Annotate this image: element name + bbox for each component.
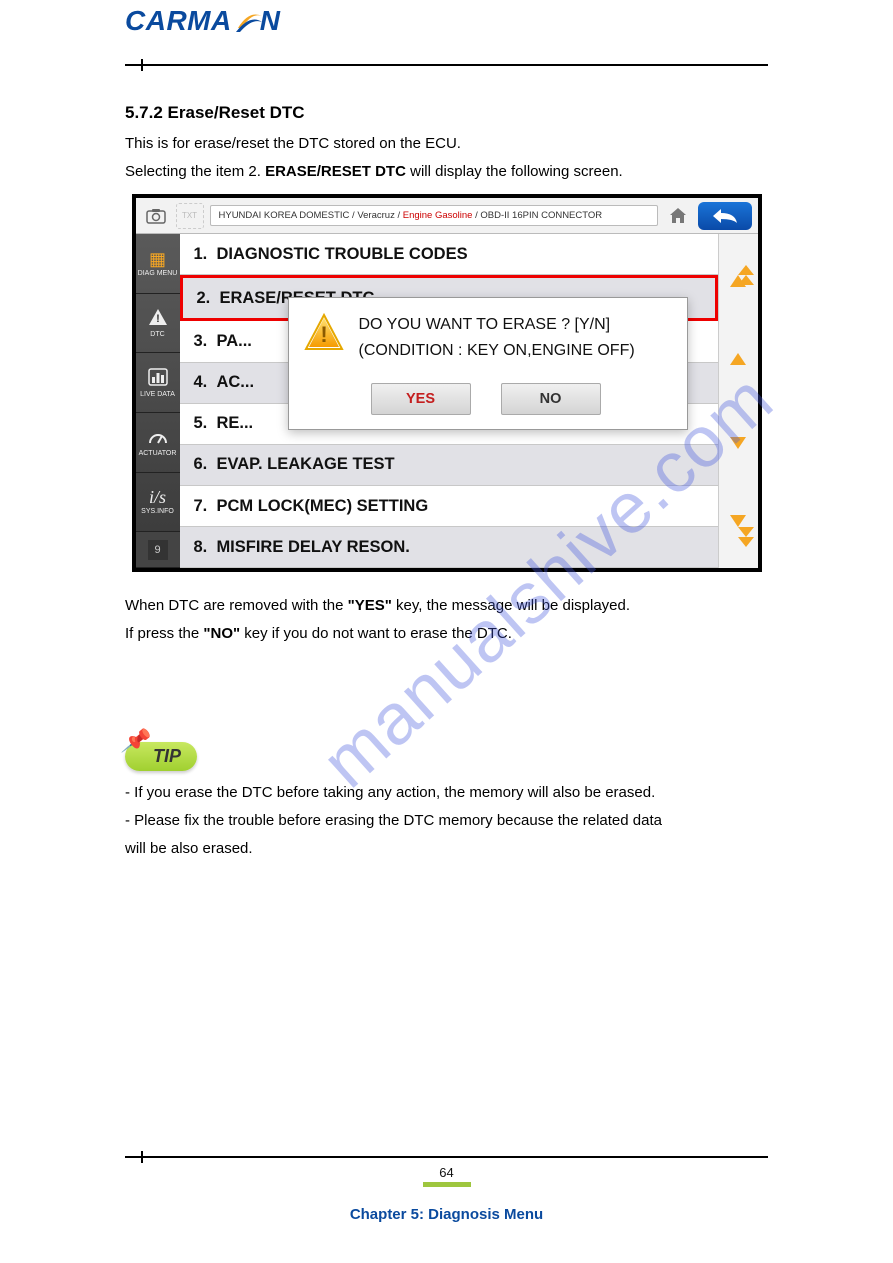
sidebar-item-diag-menu[interactable]: ▦ DIAG MENU <box>136 234 180 294</box>
body-paragraph: If press the "NO" key if you do not want… <box>125 622 768 646</box>
figure-topbar: TXT HYUNDAI KOREA DOMESTIC / Veracruz / … <box>136 198 758 234</box>
list-item[interactable]: 6. EVAP. LEAKAGE TEST <box>180 445 718 486</box>
scroll-page-down[interactable] <box>719 485 758 569</box>
sidebar-item-label: DIAG MENU <box>138 270 178 277</box>
scroll-bar <box>718 234 758 568</box>
section-title: 5.7.2 Erase/Reset DTC <box>125 99 768 126</box>
list-item[interactable]: 1. DIAGNOSTIC TROUBLE CODES <box>180 234 718 275</box>
sidebar-item-actuator[interactable]: ACTUATOR <box>136 413 180 473</box>
sidebar-count: 9 <box>136 532 180 568</box>
tip-line: - If you erase the DTC before taking any… <box>125 781 768 805</box>
info-icon: i/s <box>149 488 166 506</box>
sidebar-item-label: DTC <box>150 331 164 338</box>
no-button[interactable]: NO <box>501 383 601 415</box>
tip-badge: 📌 TIP <box>125 742 197 771</box>
sidebar-item-label: LIVE DATA <box>140 391 175 398</box>
grid-icon: ▦ <box>149 250 166 268</box>
scroll-page-up[interactable] <box>719 234 758 318</box>
warning-icon: ! <box>148 308 168 329</box>
txt-icon[interactable]: TXT <box>176 203 204 229</box>
chapter-title: Chapter 5: Diagnosis Menu <box>0 1206 893 1223</box>
tip-line: will be also erased. <box>125 837 768 861</box>
brand-logo-swoosh-icon <box>234 6 264 36</box>
confirm-dialog: ! DO YOU WANT TO ERASE ? [Y/N] (CONDITIO… <box>288 297 688 430</box>
sidebar-item-label: SYS.INFO <box>141 508 174 515</box>
intro-paragraph-2: Selecting the item 2. ERASE/RESET DTC wi… <box>125 160 768 184</box>
intro-paragraph-1: This is for erase/reset the DTC stored o… <box>125 132 768 156</box>
page-number: 64 <box>0 1165 893 1187</box>
header-rule <box>125 63 768 71</box>
figure-sidebar: ▦ DIAG MENU ! DTC LIVE DATA <box>136 234 180 568</box>
screenshot-figure: TXT HYUNDAI KOREA DOMESTIC / Veracruz / … <box>132 194 762 572</box>
tip-line: - Please fix the trouble before erasing … <box>125 809 768 833</box>
svg-text:!: ! <box>320 322 327 347</box>
chart-icon <box>148 368 168 389</box>
home-icon[interactable] <box>664 203 692 229</box>
sidebar-item-sys-info[interactable]: i/s SYS.INFO <box>136 473 180 533</box>
tip-label: TIP <box>153 746 181 766</box>
yes-button[interactable]: YES <box>371 383 471 415</box>
camera-icon[interactable] <box>142 203 170 229</box>
scroll-down[interactable] <box>719 401 758 485</box>
warning-triangle-icon: ! <box>303 312 345 354</box>
body-paragraph: When DTC are removed with the "YES" key,… <box>125 594 768 618</box>
sidebar-item-label: ACTUATOR <box>139 450 177 457</box>
pin-icon: 📌 <box>121 728 148 754</box>
brand-logo: CARMA N <box>125 5 280 37</box>
breadcrumb: HYUNDAI KOREA DOMESTIC / Veracruz / Engi… <box>210 205 658 226</box>
dialog-message: DO YOU WANT TO ERASE ? [Y/N] (CONDITION … <box>359 312 635 363</box>
gauge-icon <box>148 427 168 448</box>
scroll-up[interactable] <box>719 318 758 402</box>
sidebar-item-dtc[interactable]: ! DTC <box>136 294 180 354</box>
list-item[interactable]: 7. PCM LOCK(MEC) SETTING <box>180 486 718 527</box>
svg-text:!: ! <box>156 313 160 325</box>
footer-rule <box>125 1155 768 1163</box>
sidebar-item-live-data[interactable]: LIVE DATA <box>136 353 180 413</box>
list-item[interactable]: 8. MISFIRE DELAY RESON. <box>180 527 718 568</box>
page-header: CARMA N <box>125 0 768 60</box>
figure-main: ▦ DIAG MENU ! DTC LIVE DATA <box>136 234 758 568</box>
back-button[interactable] <box>698 202 752 230</box>
brand-logo-text: CARMA <box>125 5 232 37</box>
